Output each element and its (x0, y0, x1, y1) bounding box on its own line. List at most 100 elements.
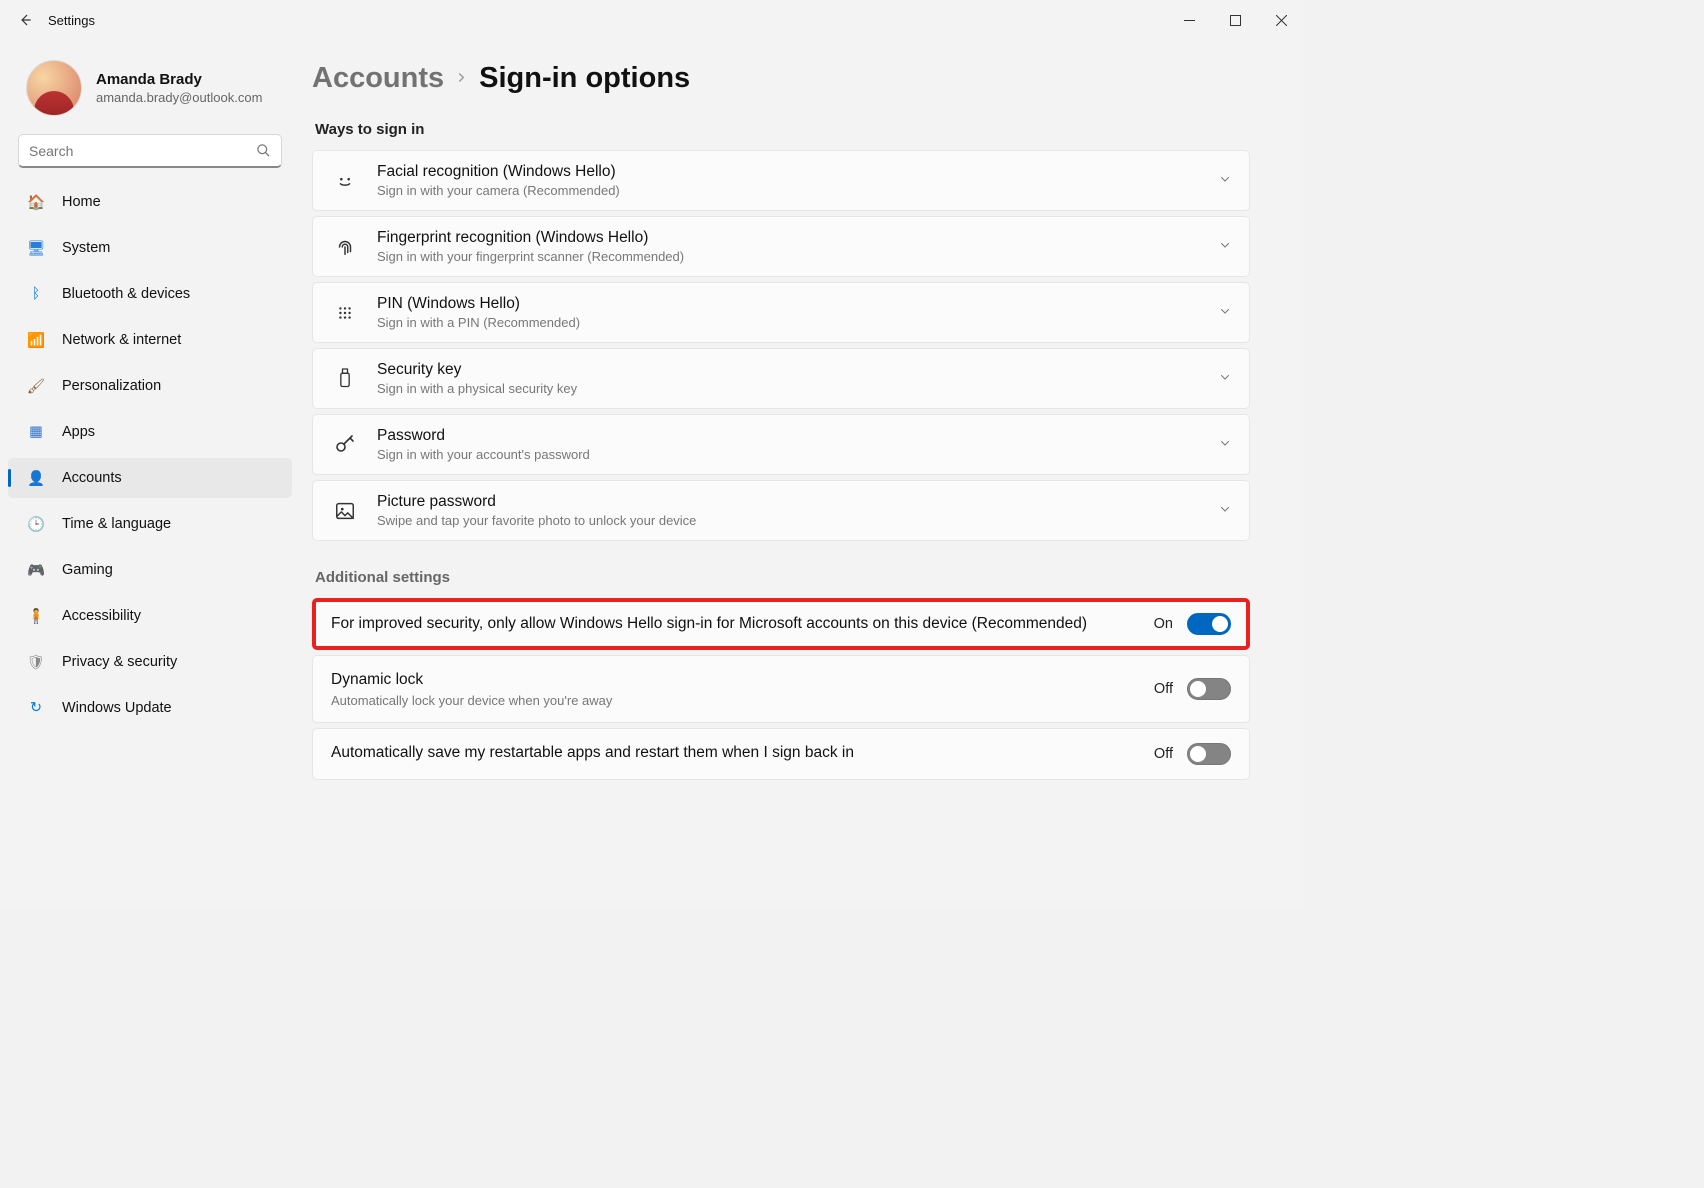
avatar (26, 60, 82, 116)
setting-subtitle: Automatically lock your device when you'… (331, 693, 1154, 708)
signin-method-card[interactable]: Security key Sign in with a physical secu… (312, 348, 1250, 409)
home-icon: 🏠 (26, 192, 46, 212)
signin-method-card[interactable]: Picture password Swipe and tap your favor… (312, 480, 1250, 541)
chevron-right-icon (456, 70, 467, 88)
sidebar-item-label: Accounts (62, 470, 122, 486)
sidebar-item-update[interactable]: ↻ Windows Update (8, 688, 292, 728)
close-button[interactable] (1258, 3, 1304, 37)
sidebar-nav: 🏠 Home 🖥 System ᛒ Bluetooth & devices 📶 Network… (8, 182, 292, 728)
chevron-down-icon (1219, 370, 1231, 388)
sidebar-item-label: Time & language (62, 516, 171, 532)
usb-key-icon (331, 365, 359, 393)
breadcrumb-current: Sign-in options (479, 62, 690, 95)
sidebar-item-apps[interactable]: ▦ Apps (8, 412, 292, 452)
card-subtitle: Sign in with your camera (Recommended) (377, 183, 1219, 198)
sidebar-item-network[interactable]: 📶 Network & internet (8, 320, 292, 360)
toggle-state-label: Off (1154, 746, 1173, 762)
search-input[interactable] (29, 143, 256, 159)
card-subtitle: Swipe and tap your favorite photo to unl… (377, 513, 1219, 528)
section-additional-label: Additional settings (315, 569, 1250, 586)
toggle-switch[interactable] (1187, 613, 1231, 635)
sidebar-item-label: Privacy & security (62, 654, 177, 670)
window-title: Settings (48, 13, 95, 28)
toggle-switch[interactable] (1187, 743, 1231, 765)
breadcrumb: Accounts Sign-in options (312, 62, 1250, 95)
card-title: Security key (377, 361, 1219, 379)
sidebar-item-label: Network & internet (62, 332, 181, 348)
chevron-down-icon (1219, 172, 1231, 190)
setting-title: Automatically save my restartable apps a… (331, 743, 1154, 764)
sidebar-item-home[interactable]: 🏠 Home (8, 182, 292, 222)
sidebar-item-label: Personalization (62, 378, 161, 394)
titlebar: Settings (0, 0, 1304, 40)
sidebar-item-privacy[interactable]: 🛡 Privacy & security (8, 642, 292, 682)
maximize-button[interactable] (1212, 3, 1258, 37)
sidebar-item-label: Gaming (62, 562, 113, 578)
card-subtitle: Sign in with your account's password (377, 447, 1219, 462)
maximize-icon (1230, 15, 1241, 26)
time-icon: 🕒 (26, 514, 46, 534)
back-arrow-icon (18, 13, 32, 27)
minimize-button[interactable] (1166, 3, 1212, 37)
sidebar-item-label: Accessibility (62, 608, 141, 624)
sidebar-item-system[interactable]: 🖥 System (8, 228, 292, 268)
profile-name: Amanda Brady (96, 71, 262, 88)
setting-row: Automatically save my restartable apps a… (312, 728, 1250, 780)
gaming-icon: 🎮 (26, 560, 46, 580)
card-subtitle: Sign in with a physical security key (377, 381, 1219, 396)
accounts-icon: 👤 (26, 468, 46, 488)
sidebar-item-accessibility[interactable]: 🧍 Accessibility (8, 596, 292, 636)
sidebar-item-accounts[interactable]: 👤 Accounts (8, 458, 292, 498)
signin-method-card[interactable]: Fingerprint recognition (Windows Hello)S… (312, 216, 1250, 277)
card-title: Facial recognition (Windows Hello) (377, 163, 1219, 181)
card-subtitle: Sign in with a PIN (Recommended) (377, 315, 1219, 330)
back-button[interactable] (10, 5, 40, 35)
chevron-down-icon (1219, 304, 1231, 322)
card-title: Picture password (377, 493, 1219, 511)
sidebar-item-gaming[interactable]: 🎮 Gaming (8, 550, 292, 590)
sidebar-item-personalization[interactable]: 🖌 Personalization (8, 366, 292, 406)
setting-row: Dynamic lock Automatically lock your devi… (312, 655, 1250, 723)
setting-title: Dynamic lock (331, 670, 1154, 691)
sidebar-item-label: Bluetooth & devices (62, 286, 190, 302)
section-ways-label: Ways to sign in (315, 121, 1250, 138)
signin-method-card[interactable]: Password Sign in with your account's pass… (312, 414, 1250, 475)
personalization-icon: 🖌 (26, 376, 46, 396)
face-icon (331, 167, 359, 195)
update-icon: ↻ (26, 698, 46, 718)
sidebar-item-bluetooth[interactable]: ᛒ Bluetooth & devices (8, 274, 292, 314)
card-subtitle: Sign in with your fingerprint scanner (R… (377, 249, 1219, 264)
key-icon (331, 431, 359, 459)
sidebar: Amanda Brady amanda.brady@outlook.com 🏠 H… (0, 40, 300, 908)
system-icon: 🖥 (26, 238, 46, 258)
network-icon: 📶 (26, 330, 46, 350)
profile-email: amanda.brady@outlook.com (96, 90, 262, 105)
chevron-down-icon (1219, 436, 1231, 454)
accessibility-icon: 🧍 (26, 606, 46, 626)
search-box[interactable] (18, 134, 282, 168)
toggle-switch[interactable] (1187, 678, 1231, 700)
setting-row: For improved security, only allow Window… (312, 598, 1250, 650)
profile-block[interactable]: Amanda Brady amanda.brady@outlook.com (8, 54, 292, 134)
sidebar-item-label: Apps (62, 424, 95, 440)
picture-icon (331, 497, 359, 525)
fingerprint-icon (331, 233, 359, 261)
breadcrumb-parent[interactable]: Accounts (312, 62, 444, 95)
sidebar-item-time[interactable]: 🕒 Time & language (8, 504, 292, 544)
privacy-icon: 🛡 (26, 652, 46, 672)
toggle-state-label: Off (1154, 681, 1173, 697)
signin-method-card[interactable]: Facial recognition (Windows Hello) Sign i… (312, 150, 1250, 211)
bluetooth-icon: ᛒ (26, 284, 46, 304)
search-icon (256, 143, 271, 158)
sidebar-item-label: Windows Update (62, 700, 172, 716)
chevron-down-icon (1219, 502, 1231, 520)
pin-icon (331, 299, 359, 327)
sidebar-item-label: System (62, 240, 110, 256)
setting-title: For improved security, only allow Window… (331, 614, 1154, 635)
sidebar-item-label: Home (62, 194, 101, 210)
card-title: PIN (Windows Hello) (377, 295, 1219, 313)
signin-method-card[interactable]: PIN (Windows Hello) Sign in with a PIN (R… (312, 282, 1250, 343)
card-title: Password (377, 427, 1219, 445)
apps-icon: ▦ (26, 422, 46, 442)
toggle-state-label: On (1154, 616, 1173, 632)
